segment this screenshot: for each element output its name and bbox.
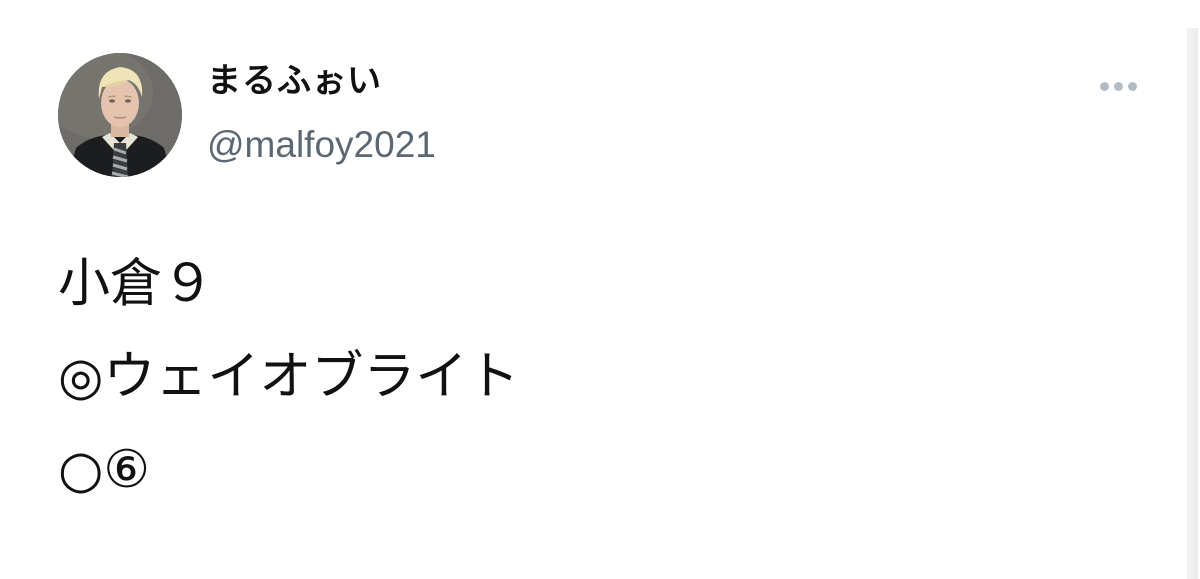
scrollbar[interactable]: [1187, 28, 1198, 579]
display-name[interactable]: まるふぉい: [207, 64, 382, 98]
more-horizontal-icon-dot: [1127, 81, 1137, 91]
avatar[interactable]: [58, 53, 182, 177]
user-handle[interactable]: @malfoy2021: [207, 126, 436, 163]
more-horizontal-icon-dot: [1113, 81, 1123, 91]
more-horizontal-icon: [1099, 81, 1109, 91]
tweet-card: まるふぉい @malfoy2021 小倉９ ◎ウェイオブライト ○⑥: [0, 0, 1200, 579]
tweet-line: ◎ウェイオブライト: [58, 347, 520, 407]
tweet-text: 小倉９ ◎ウェイオブライト ○⑥: [58, 258, 1158, 537]
tweet-line: 小倉９: [58, 254, 215, 314]
tweet-line: ○⑥: [58, 440, 150, 500]
more-options-button[interactable]: [1090, 72, 1146, 100]
avatar-photo: [58, 53, 182, 177]
